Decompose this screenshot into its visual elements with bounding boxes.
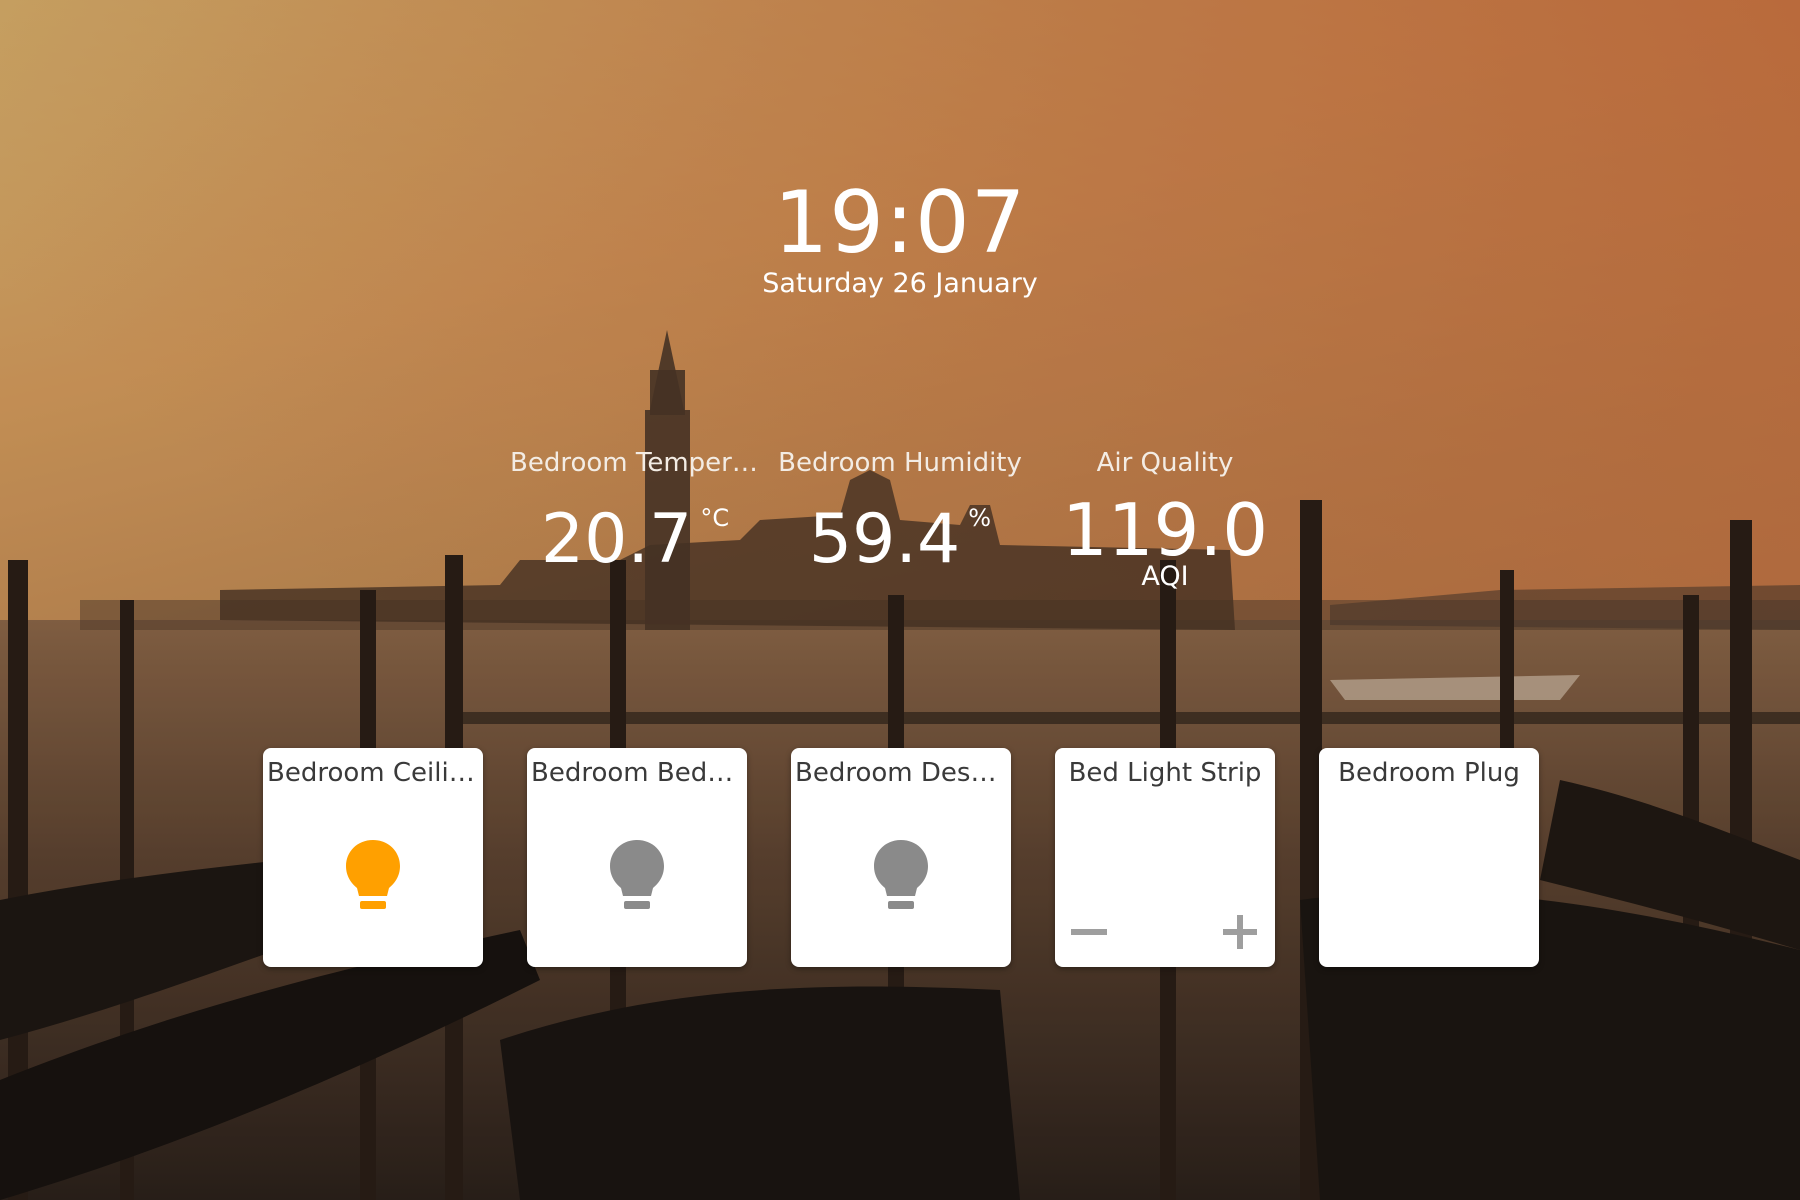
sensor-value: 59.4 (808, 500, 961, 579)
clock-date: Saturday 26 January (762, 268, 1038, 299)
sensor-name: Bedroom Humidity (778, 448, 1022, 478)
minus-icon[interactable] (1065, 907, 1115, 957)
sensor-value: 20.7 (540, 500, 693, 579)
sensor-unit: °C (700, 504, 730, 532)
clock-widget: 19:07 Saturday 26 January (0, 175, 1800, 301)
sensor-name: Bedroom Temperature (510, 448, 760, 478)
sensor-bedroom-humidity[interactable]: Bedroom Humidity 59.4% (775, 446, 1025, 580)
clock-time: 19:07 (773, 173, 1027, 273)
tile-bedroom-plug[interactable]: Bedroom Plug (1319, 748, 1539, 967)
sensor-air-quality[interactable]: Air Quality 119.0 AQI (1040, 446, 1290, 592)
tile-name: Bedroom Plug (1338, 758, 1520, 788)
tile-bed-light-strip[interactable]: Bed Light Strip (1055, 748, 1275, 967)
lightbulb-icon (346, 840, 400, 909)
plus-icon[interactable] (1215, 907, 1265, 957)
lightbulb-icon (874, 840, 928, 909)
tile-name: Bed Light Strip (1068, 758, 1262, 788)
sensor-value: 119.0 (1061, 488, 1269, 572)
tile-name: Bedroom Bedside (531, 758, 747, 788)
tile-bedroom-ceiling[interactable]: Bedroom Ceiling (263, 748, 483, 967)
tile-name: Bedroom Desk Lamp (795, 758, 1011, 788)
dashboard-screen: 19:07 Saturday 26 January Bedroom Temper… (0, 0, 1800, 1200)
lightbulb-icon (610, 840, 664, 909)
tile-name: Bedroom Ceiling (267, 758, 482, 788)
sensor-unit: % (968, 504, 992, 532)
sensor-bedroom-temperature[interactable]: Bedroom Temperature 20.7°C (510, 446, 760, 580)
sensor-name: Air Quality (1096, 448, 1234, 478)
tile-bedroom-desk-lamp[interactable]: Bedroom Desk Lamp (791, 748, 1011, 967)
tile-bedroom-bedside[interactable]: Bedroom Bedside (527, 748, 747, 967)
